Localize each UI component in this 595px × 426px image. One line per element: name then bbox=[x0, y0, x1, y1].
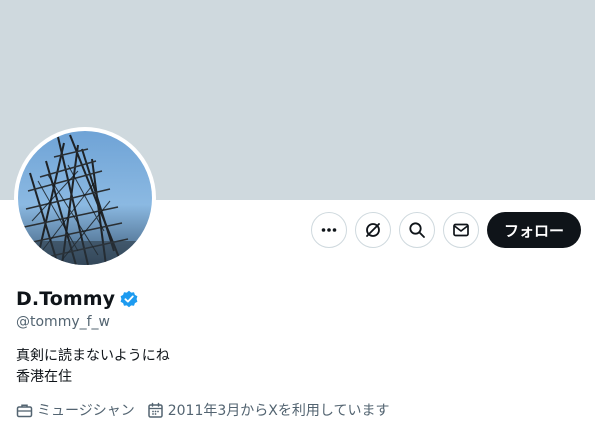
bio-line: 真剣に読まないようにね bbox=[16, 348, 170, 364]
profile-meta: ミュージシャン 2011年3月からXを利用しています bbox=[16, 400, 401, 420]
profile-actions: フォロー bbox=[0, 212, 595, 248]
follow-button[interactable]: フォロー bbox=[487, 212, 581, 248]
display-name: D.Tommy bbox=[16, 288, 116, 310]
more-icon bbox=[321, 228, 337, 232]
search-icon bbox=[409, 222, 425, 238]
joined-date-label: 2011年3月からXを利用しています bbox=[167, 403, 390, 419]
calendar-icon bbox=[147, 402, 163, 418]
message-button[interactable] bbox=[443, 212, 479, 248]
envelope-icon bbox=[453, 223, 469, 237]
grok-icon bbox=[366, 223, 380, 237]
joined-item: 2011年3月からXを利用しています bbox=[147, 400, 390, 420]
user-handle: @tommy_f_w bbox=[16, 314, 110, 330]
grok-button[interactable] bbox=[355, 212, 391, 248]
search-button[interactable] bbox=[399, 212, 435, 248]
more-button[interactable] bbox=[311, 212, 347, 248]
briefcase-icon bbox=[16, 403, 33, 417]
profession-item: ミュージシャン bbox=[16, 400, 135, 420]
name-row: D.Tommy bbox=[16, 286, 138, 312]
bio-line: 香港在住 bbox=[16, 369, 72, 385]
profession-label: ミュージシャン bbox=[37, 403, 135, 419]
verified-badge-icon[interactable] bbox=[120, 290, 138, 308]
bio: 真剣に読まないようにね 香港在住 bbox=[16, 346, 170, 388]
